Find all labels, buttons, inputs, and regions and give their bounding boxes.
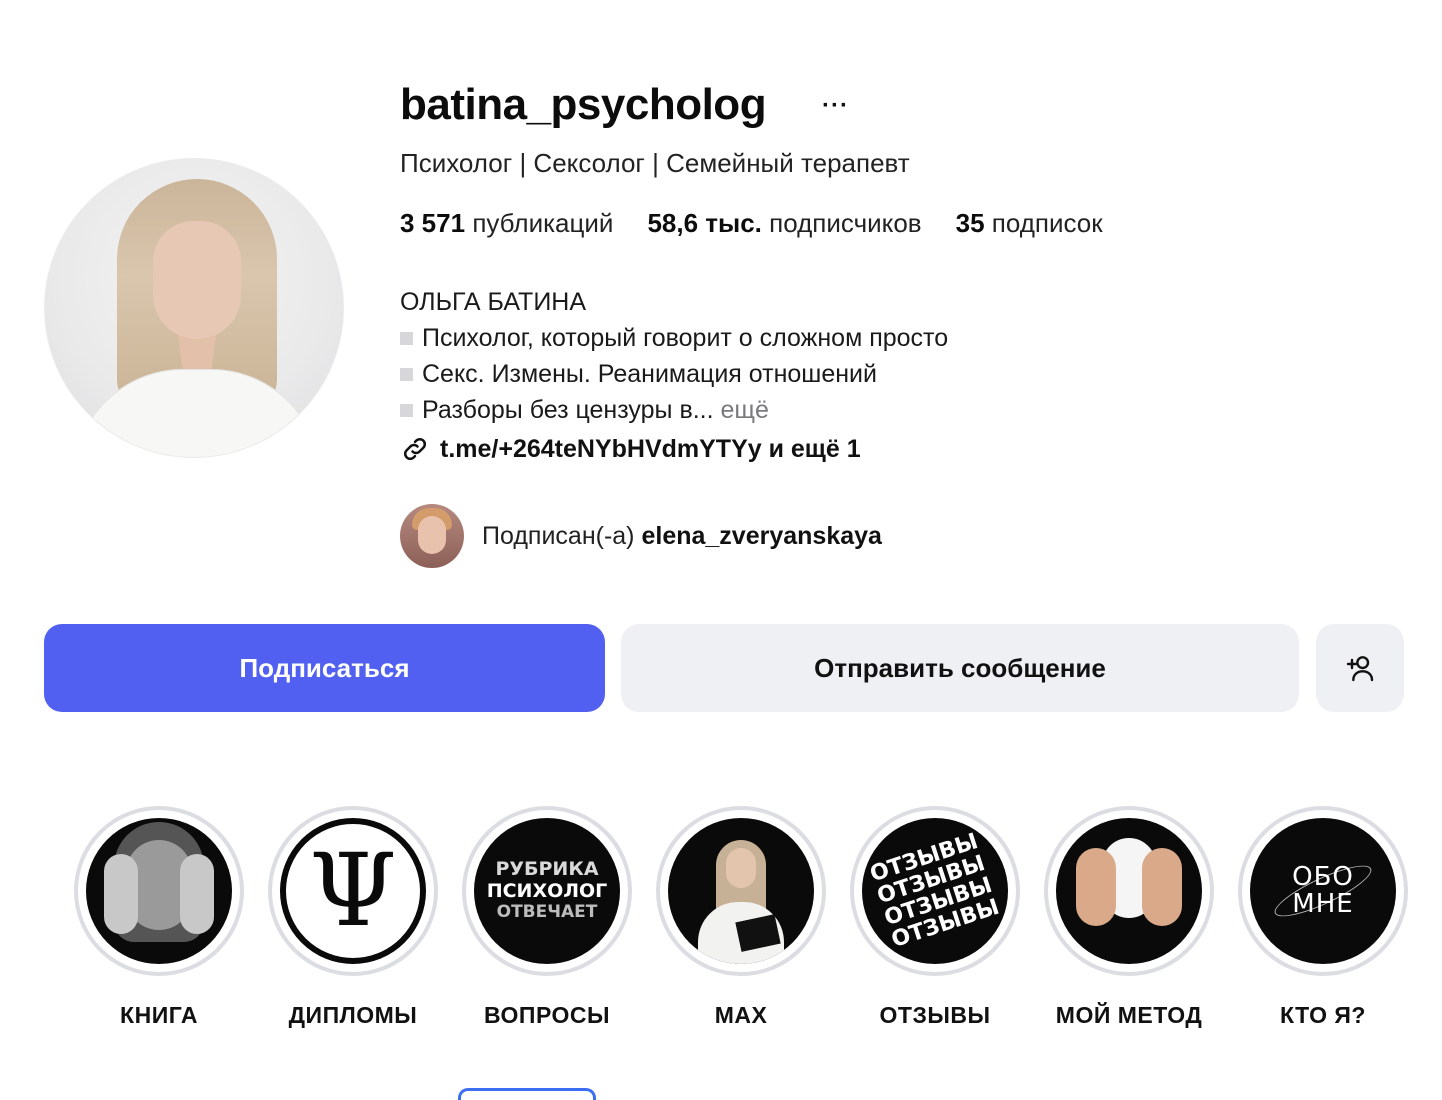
stat-following[interactable]: 35 подписок xyxy=(956,208,1103,239)
bio-line-1-text: Психолог, который говорит о сложном прос… xyxy=(422,324,949,352)
stat-posts[interactable]: 3 571 публикаций xyxy=(400,208,613,239)
highlight-label: МОЙ МЕТОД xyxy=(1055,1002,1203,1028)
bullet-square-icon xyxy=(400,404,413,417)
cover-line: ОТВЕЧАЕТ xyxy=(496,902,598,923)
highlight-ring xyxy=(74,806,244,976)
highlight-cover-method xyxy=(1056,818,1202,964)
add-person-icon xyxy=(1346,656,1374,682)
cover-hand-shape xyxy=(1142,848,1182,926)
highlight-label: ДИПЛОМЫ xyxy=(288,1002,418,1028)
highlight-item[interactable]: РУБРИКА ПСИХОЛОГ ОТВЕЧАЕТ ВОПРОСЫ xyxy=(462,806,632,1029)
cover-line: РУБРИКА xyxy=(495,858,599,881)
followed-by[interactable]: Подписан(-а) elena_zveryanskaya xyxy=(400,504,882,568)
followed-by-text: Подписан(-а) elena_zveryanskaya xyxy=(482,522,882,551)
following-count: 35 xyxy=(955,208,985,238)
highlight-item[interactable]: ОБО МНЕ КТО Я? xyxy=(1238,806,1408,1029)
highlight-label: КНИГА xyxy=(120,1002,198,1028)
cover-hand-shape xyxy=(180,854,214,934)
bullet-square-icon xyxy=(400,368,413,381)
highlight-label: ОТЗЫВЫ xyxy=(879,1002,991,1028)
highlight-label: MAX xyxy=(714,1002,768,1028)
highlight-item[interactable]: Ψ ДИПЛОМЫ xyxy=(268,806,438,1029)
posts-count: 3 571 xyxy=(400,208,466,238)
highlight-ring: ОТЗЫВЫ ОТЗЫВЫ ОТЗЫВЫ ОТЗЫВЫ xyxy=(850,806,1020,976)
bio-line-3: Разборы без цензуры в... ещё xyxy=(400,392,948,428)
avatar-face-shape xyxy=(153,221,241,339)
highlight-cover-max xyxy=(668,818,814,964)
avatar-jacket-shape xyxy=(73,369,321,457)
profile-username: batina_psycholog xyxy=(400,80,767,129)
highlight-cover-reviews: ОТЗЫВЫ ОТЗЫВЫ ОТЗЫВЫ ОТЗЫВЫ xyxy=(862,818,1008,964)
bio-line-2: Секс. Измены. Реанимация отношений xyxy=(400,356,948,392)
highlight-cover-questions: РУБРИКА ПСИХОЛОГ ОТВЕЧАЕТ xyxy=(474,818,620,964)
story-highlights: КНИГА Ψ ДИПЛОМЫ РУБРИКА ПСИХОЛОГ ОТВЕЧАЕ… xyxy=(74,806,1442,1046)
profile-link[interactable]: t.me/+264teNYbHVdmYTYy и ещё 1 xyxy=(400,434,861,464)
cover-text-block: РУБРИКА ПСИХОЛОГ ОТВЕЧАЕТ xyxy=(487,859,608,922)
highlight-ring: Ψ xyxy=(268,806,438,976)
highlight-item[interactable]: МОЙ МЕТОД xyxy=(1044,806,1214,1029)
send-message-button[interactable]: Отправить сообщение xyxy=(621,624,1299,712)
bio-line-3-text: Разборы без цензуры в... xyxy=(422,396,714,424)
more-options-icon[interactable]: ··· xyxy=(822,92,849,120)
highlight-item[interactable]: MAX xyxy=(656,806,826,1029)
highlight-cover-diplomas: Ψ xyxy=(280,818,426,964)
profile-stats: 3 571 публикаций 58,6 тыс. подписчиков 3… xyxy=(400,208,1103,239)
followed-by-username[interactable]: elena_zveryanskaya xyxy=(641,522,881,550)
cover-text-pattern: ОТЗЫВЫ ОТЗЫВЫ ОТЗЫВЫ ОТЗЫВЫ xyxy=(867,829,1002,953)
highlight-item[interactable]: КНИГА xyxy=(74,806,244,1029)
highlight-label: КТО Я? xyxy=(1280,1002,1366,1028)
link-icon xyxy=(403,437,427,461)
following-label: подписок xyxy=(991,208,1103,238)
follower-avatar[interactable] xyxy=(400,504,464,568)
profile-link-text: t.me/+264teNYbHVdmYTYy и ещё 1 xyxy=(440,434,861,463)
cover-hand-shape xyxy=(1076,848,1116,926)
followers-count: 58,6 тыс. xyxy=(647,208,762,238)
cover-hand-shape xyxy=(104,854,138,934)
highlight-item[interactable]: ОТЗЫВЫ ОТЗЫВЫ ОТЗЫВЫ ОТЗЫВЫ ОТЗЫВЫ xyxy=(850,806,1020,1029)
highlight-label: ВОПРОСЫ xyxy=(483,1002,610,1028)
bio-more-link[interactable]: ещё xyxy=(721,396,769,424)
profile-avatar[interactable] xyxy=(44,158,344,458)
cover-line: ПСИХОЛОГ xyxy=(486,880,608,903)
bio-line-1: Психолог, который говорит о сложном прос… xyxy=(400,320,948,356)
highlight-ring xyxy=(656,806,826,976)
highlight-ring: РУБРИКА ПСИХОЛОГ ОТВЕЧАЕТ xyxy=(462,806,632,976)
add-person-button[interactable] xyxy=(1316,624,1404,712)
follower-face-shape xyxy=(418,516,446,554)
active-tab-indicator[interactable] xyxy=(458,1088,596,1100)
psi-icon: Ψ xyxy=(309,832,397,949)
profile-bio: ОЛЬГА БАТИНА Психолог, который говорит о… xyxy=(400,284,948,428)
highlight-cover-book xyxy=(86,818,232,964)
highlight-cover-about: ОБО МНЕ xyxy=(1250,818,1396,964)
profile-category: Психолог | Сексолог | Семейный терапевт xyxy=(400,148,910,178)
follow-button[interactable]: Подписаться xyxy=(44,624,605,712)
stat-followers[interactable]: 58,6 тыс. подписчиков xyxy=(647,208,921,239)
highlight-ring xyxy=(1044,806,1214,976)
bio-line-2-text: Секс. Измены. Реанимация отношений xyxy=(422,360,877,388)
posts-label: публикаций xyxy=(472,208,614,238)
followers-label: подписчиков xyxy=(769,208,922,238)
bullet-square-icon xyxy=(400,332,413,345)
followed-by-prefix: Подписан(-а) xyxy=(482,521,635,550)
cover-face-shape xyxy=(726,848,756,888)
highlight-ring: ОБО МНЕ xyxy=(1238,806,1408,976)
bio-name: ОЛЬГА БАТИНА xyxy=(400,288,587,316)
